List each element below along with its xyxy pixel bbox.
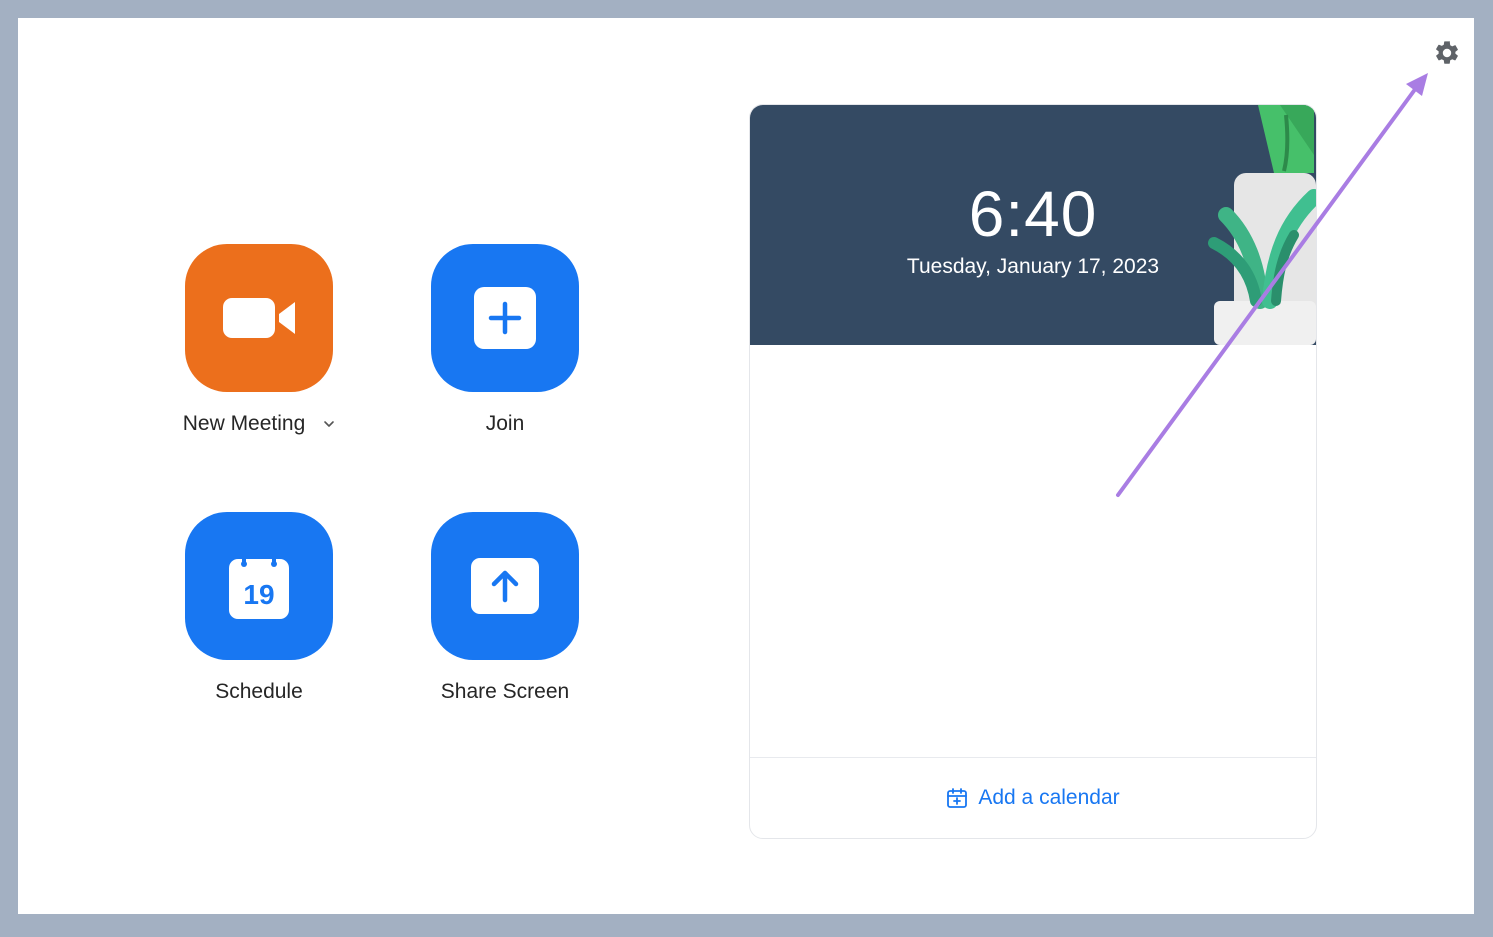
gear-icon: [1436, 41, 1458, 64]
share-screen-tile: Share Screen: [380, 512, 630, 704]
upcoming-meetings-card: 6:40 Tuesday, January 17, 2023 Add a cal…: [749, 104, 1317, 839]
add-calendar-label: Add a calendar: [978, 786, 1120, 809]
add-calendar-link[interactable]: Add a calendar: [750, 757, 1316, 838]
new-meeting-button[interactable]: [185, 244, 333, 392]
schedule-button[interactable]: 19: [185, 512, 333, 660]
current-time: 6:40: [968, 178, 1098, 250]
zoom-home-window: New Meeting Join 19 Schedule Share Scree…: [18, 18, 1474, 914]
upload-arrow-icon: [471, 558, 539, 614]
video-camera-icon: [223, 298, 295, 338]
plus-icon: [474, 287, 536, 349]
calendar-icon: 19: [229, 551, 289, 619]
schedule-tile: 19 Schedule: [134, 512, 384, 704]
new-meeting-label: New Meeting: [182, 412, 306, 435]
schedule-label: Schedule: [215, 680, 303, 703]
calendar-day-number: 19: [243, 579, 274, 610]
join-button[interactable]: [431, 244, 579, 392]
join-label: Join: [485, 412, 525, 435]
chevron-down-icon[interactable]: [323, 420, 335, 428]
join-tile: Join: [380, 244, 630, 436]
clock-banner: 6:40 Tuesday, January 17, 2023: [750, 105, 1316, 345]
share-screen-button[interactable]: [431, 512, 579, 660]
current-date: Tuesday, January 17, 2023: [906, 255, 1160, 278]
calendar-plus-icon: [947, 788, 968, 808]
settings-button[interactable]: [1432, 38, 1462, 68]
share-screen-label: Share Screen: [440, 680, 570, 703]
new-meeting-tile: New Meeting: [134, 244, 384, 436]
